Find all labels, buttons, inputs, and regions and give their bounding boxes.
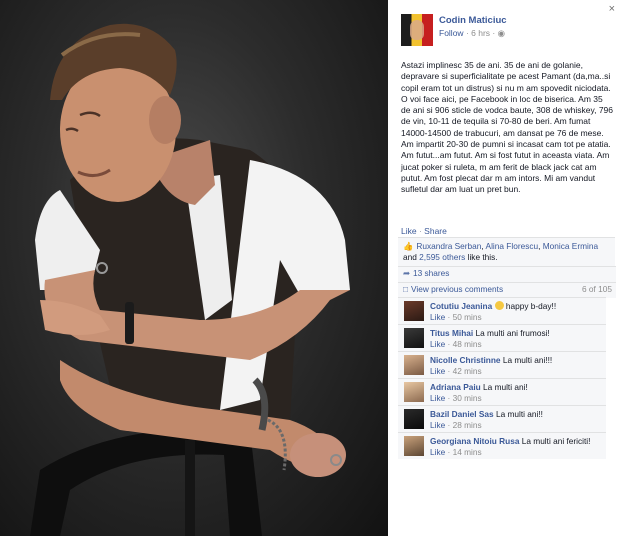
- view-previous-comments[interactable]: View previous comments: [411, 284, 503, 294]
- post-text: Astazi implinesc 35 de ani. 35 de ani de…: [401, 60, 614, 195]
- commenter-avatar[interactable]: [404, 328, 424, 348]
- share-icon: ➦: [403, 268, 410, 278]
- comment-time[interactable]: 48 mins: [453, 339, 482, 349]
- comment-item: Titus Mihai La multi ani frumosi! Like ·…: [398, 324, 606, 351]
- shares-count[interactable]: 13 shares: [413, 268, 449, 278]
- author-name[interactable]: Codin Maticiuc: [439, 15, 507, 26]
- commenter-name[interactable]: Titus Mihai: [430, 328, 473, 338]
- commenter-avatar[interactable]: [404, 301, 424, 321]
- comments-count: 6 of 105: [582, 284, 612, 294]
- like-link[interactable]: Like: [401, 226, 417, 236]
- comment-like-link[interactable]: Like: [430, 420, 445, 430]
- smile-emoji-icon: [494, 301, 504, 310]
- liker-3[interactable]: Monica Ermina: [543, 241, 598, 251]
- photo-illustration: [30, 23, 350, 536]
- comment-like-link[interactable]: Like: [430, 447, 445, 457]
- liker-1[interactable]: Ruxandra Serban: [416, 241, 481, 251]
- comment-like-link[interactable]: Like: [430, 312, 445, 322]
- commenter-name[interactable]: Adriana Paiu: [430, 382, 481, 392]
- commenter-name[interactable]: Bazil Daniel Sas: [430, 409, 494, 419]
- comment-like-link[interactable]: Like: [430, 339, 445, 349]
- commenter-avatar[interactable]: [404, 409, 424, 429]
- comment-time[interactable]: 30 mins: [453, 393, 482, 403]
- comment-text: La multi ani!!: [495, 409, 543, 419]
- comment-item: Cotutiu Jeanina happy b-day!! Like · 50 …: [398, 297, 606, 324]
- comment-item: Georgiana Nitoiu Rusa La multi ani feric…: [398, 432, 606, 459]
- comment-like-link[interactable]: Like: [430, 393, 445, 403]
- photo-viewer: × Codin Maticiuc Follow · 6 hrs · ◉ Asta…: [0, 0, 620, 536]
- shares-row[interactable]: ➦ 13 shares: [398, 266, 616, 282]
- author-avatar[interactable]: [401, 14, 433, 46]
- comment-text: La multi ani frumosi!: [475, 328, 550, 338]
- comment-item: Nicolle Christinne La multi ani!!! Like …: [398, 351, 606, 378]
- commenter-avatar[interactable]: [404, 436, 424, 456]
- commenter-avatar[interactable]: [404, 382, 424, 402]
- post-actions: Like · Share: [401, 226, 447, 236]
- comment-item: Bazil Daniel Sas La multi ani!! Like · 2…: [398, 405, 606, 432]
- commenter-avatar[interactable]: [404, 355, 424, 375]
- post-meta: Follow · 6 hrs · ◉: [439, 28, 506, 38]
- comment-item: Adriana Paiu La multi ani! Like · 30 min…: [398, 378, 606, 405]
- globe-icon: ◉: [497, 28, 506, 38]
- comment-icon: □: [403, 284, 409, 294]
- likes-summary: 👍 Ruxandra Serban, Alina Florescu, Monica…: [398, 237, 615, 268]
- close-icon[interactable]: ×: [609, 3, 615, 15]
- likes-others-link[interactable]: 2,595 others: [419, 252, 465, 262]
- commenter-name[interactable]: Nicolle Christinne: [430, 355, 501, 365]
- liker-2[interactable]: Alina Florescu: [486, 241, 539, 251]
- comment-time[interactable]: 42 mins: [453, 366, 482, 376]
- comment-time[interactable]: 28 mins: [453, 420, 482, 430]
- comment-text: La multi ani!: [483, 382, 528, 392]
- commenter-name[interactable]: Cotutiu Jeanina: [430, 301, 492, 311]
- comment-time[interactable]: 50 mins: [453, 312, 482, 322]
- previous-comments-row[interactable]: □ View previous comments 6 of 105: [398, 282, 616, 298]
- comment-like-link[interactable]: Like: [430, 366, 445, 376]
- comment-text: happy b-day!!: [505, 301, 557, 311]
- commenter-name[interactable]: Georgiana Nitoiu Rusa: [430, 436, 519, 446]
- post-photo[interactable]: [0, 0, 388, 536]
- share-link[interactable]: Share: [424, 226, 447, 236]
- comment-time[interactable]: 14 mins: [453, 447, 482, 457]
- likes-suffix: like this.: [467, 252, 498, 262]
- post-time[interactable]: 6 hrs: [471, 28, 490, 38]
- comment-text: La multi ani fericiti!: [521, 436, 591, 446]
- likes-and: and: [403, 252, 417, 262]
- thumbs-up-icon: 👍: [403, 241, 414, 251]
- follow-link[interactable]: Follow: [439, 28, 464, 38]
- comment-text: La multi ani!!!: [502, 355, 553, 365]
